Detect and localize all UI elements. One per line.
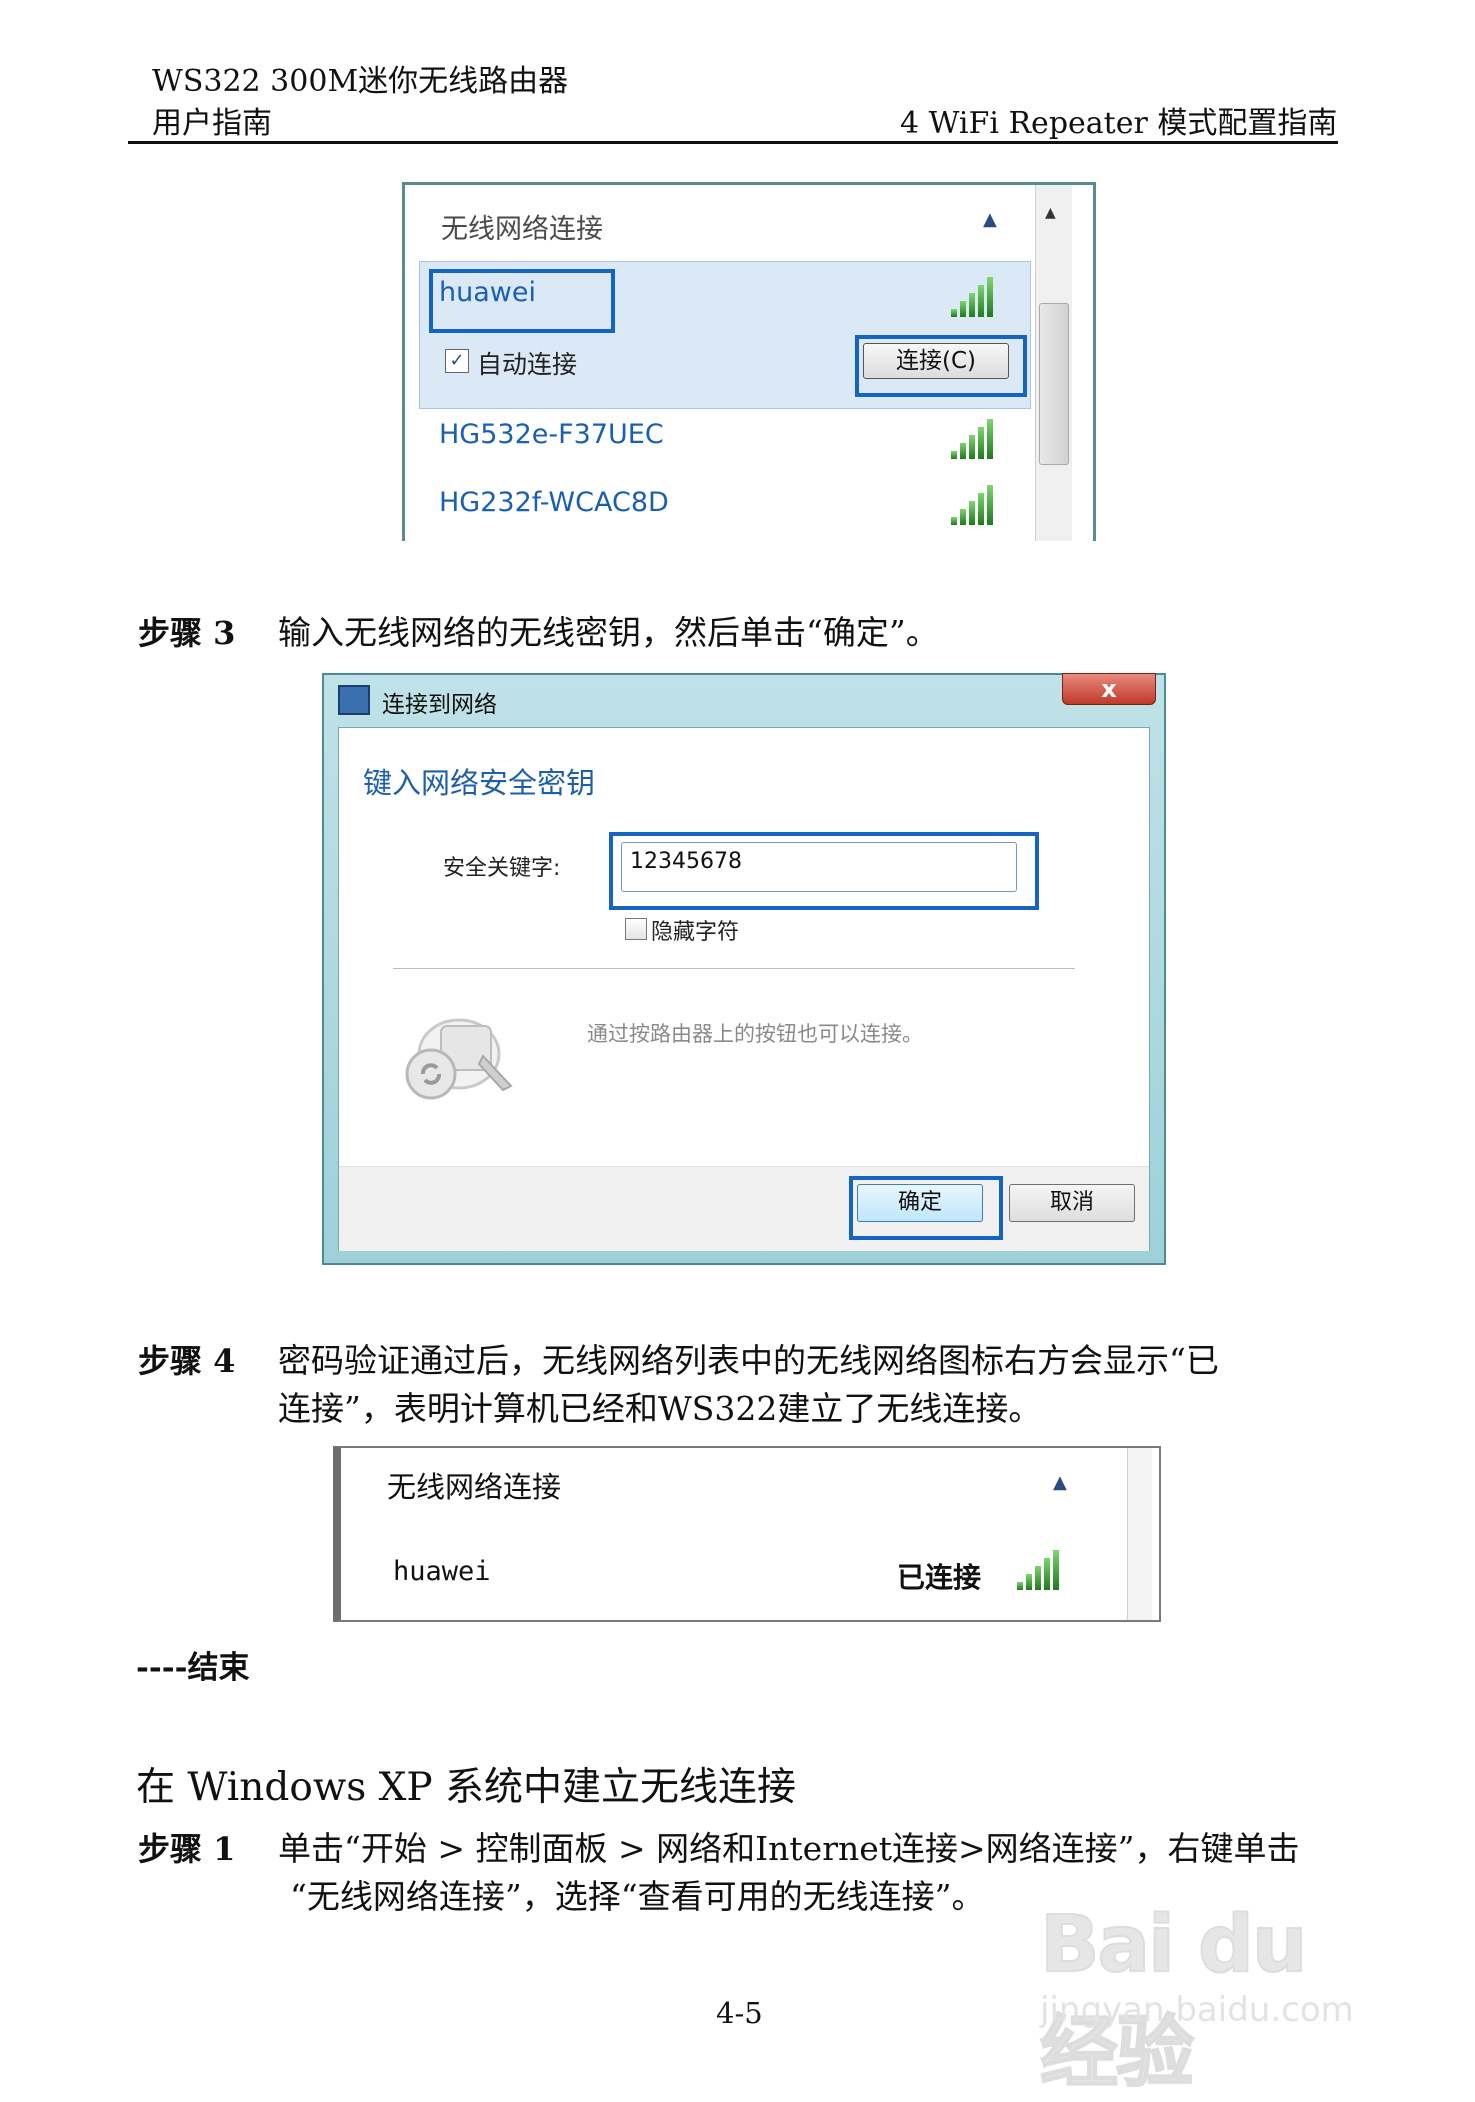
- router-button-icon: [405, 1018, 513, 1100]
- dialog-body: 键入网络安全密钥 安全关键字: 12345678 隐藏字符 通过按路由器上的按钮…: [338, 727, 1150, 1251]
- hide-characters-label: 隐藏字符: [651, 920, 740, 945]
- ok-button[interactable]: 确定: [857, 1184, 983, 1222]
- step3-label: 步骤 3: [138, 614, 236, 652]
- wifi-signal-icon: [951, 277, 1001, 317]
- network-item[interactable]: HG532e-F37UEC: [439, 419, 664, 450]
- header-chapter: 4 WiFi Repeater 模式配置指南: [900, 106, 1338, 141]
- step4-text-line1: 密码验证通过后，无线网络列表中的无线网络图标右方会显示“已: [278, 1341, 1219, 1380]
- wifi-signal-icon: [951, 419, 1001, 459]
- step3-text: 输入无线网络的无线密钥，然后单击“确定”。: [278, 613, 939, 652]
- connect-dialog-screenshot: 连接到网络 x 键入网络安全密钥 安全关键字: 12345678 隐藏字符 通过…: [322, 673, 1166, 1265]
- chevron-up-icon[interactable]: ▲: [1053, 1472, 1067, 1493]
- step1-label: 步骤 1: [138, 1830, 236, 1868]
- connected-status-screenshot: 无线网络连接 ▲ huawei 已连接: [333, 1446, 1161, 1622]
- scrollbar[interactable]: [1127, 1448, 1152, 1620]
- section-title: 在 Windows XP 系统中建立无线连接: [136, 1765, 797, 1810]
- dialog-title: 连接到网络: [382, 692, 497, 718]
- connect-button[interactable]: 连接(C): [863, 343, 1009, 379]
- security-key-label: 安全关键字:: [443, 856, 561, 881]
- watermark-url: jingyan.baidu.com: [1040, 1990, 1354, 2030]
- wifi-signal-icon: [1017, 1550, 1067, 1590]
- header-guide: 用户指南: [152, 106, 272, 141]
- wifi-list-title: 无线网络连接: [387, 1470, 562, 1504]
- end-marker: ----结束: [136, 1650, 250, 1686]
- hide-characters-checkbox[interactable]: [625, 918, 647, 940]
- divider: [393, 968, 1075, 969]
- auto-connect-label: 自动连接: [477, 350, 578, 379]
- wifi-list-title: 无线网络连接: [441, 214, 603, 245]
- security-key-input[interactable]: 12345678: [621, 842, 1017, 892]
- step4-label: 步骤 4: [138, 1342, 236, 1380]
- network-name-huawei[interactable]: huawei: [439, 277, 536, 308]
- baidu-watermark: Bai du 经验 jingyan.baidu.com: [1039, 1890, 1400, 2099]
- step4-text-line2: 连接”，表明计算机已经和WS322建立了无线连接。: [278, 1389, 1042, 1428]
- wps-hint-text: 通过按路由器上的按钮也可以连接。: [587, 1022, 923, 1046]
- connected-status-label: 已连接: [897, 1561, 982, 1594]
- close-icon[interactable]: x: [1062, 673, 1156, 705]
- scroll-up-icon[interactable]: ▲: [1045, 205, 1056, 221]
- scrollbar-thumb[interactable]: [1039, 303, 1069, 465]
- cancel-button[interactable]: 取消: [1009, 1184, 1135, 1222]
- header-product: WS322 300M迷你无线路由器: [152, 64, 569, 99]
- step1-text-line1: 单击“开始 > 控制面板 > 网络和Internet连接>网络连接”，右键单击: [278, 1829, 1300, 1868]
- step1-text-line2: “无线网络连接”，选择“查看可用的无线连接”。: [290, 1877, 985, 1916]
- auto-connect-checkbox[interactable]: ✓: [445, 349, 469, 373]
- wifi-list-screenshot: 无线网络连接 ▲ huawei ✓ 自动连接 连接(C) HG532e-F37U…: [402, 182, 1096, 541]
- network-name-huawei[interactable]: huawei: [393, 1556, 491, 1587]
- wifi-signal-icon: [951, 485, 1001, 525]
- dialog-heading: 键入网络安全密钥: [363, 766, 596, 800]
- network-icon: [338, 685, 370, 715]
- header-rule: [128, 141, 1338, 144]
- chevron-up-icon[interactable]: ▲: [983, 209, 997, 230]
- page-number: 4-5: [716, 1996, 763, 2030]
- network-item[interactable]: HG232f-WCAC8D: [439, 487, 669, 518]
